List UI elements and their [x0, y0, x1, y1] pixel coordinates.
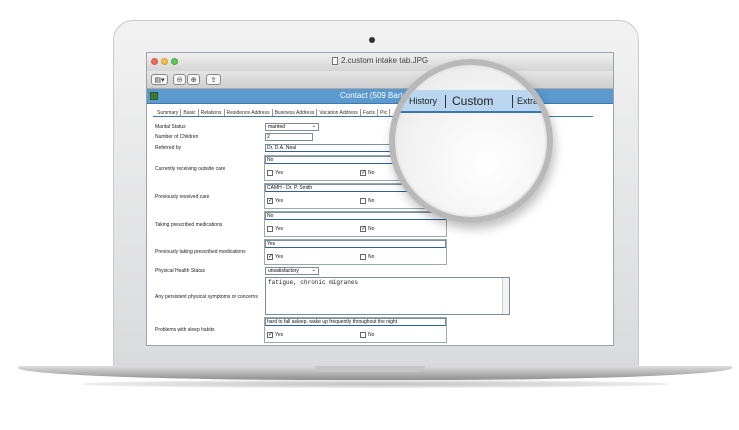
prev-care-no[interactable]: No: [360, 198, 374, 204]
sleep-label: Problems with sleep habits: [155, 327, 215, 333]
symptoms-textarea[interactable]: fatigue, chronic migranes: [265, 277, 510, 315]
document-icon: [332, 56, 338, 65]
checkbox-checked[interactable]: ✓: [360, 170, 366, 176]
yes-label: Yes: [275, 332, 284, 338]
filemaker-icon: [150, 92, 158, 100]
camera-icon: [369, 37, 375, 43]
checkbox[interactable]: [360, 332, 366, 338]
chevron-down-icon: ⌄: [311, 267, 316, 273]
yes-label: Yes: [275, 254, 284, 260]
sidebar-icon: ▤▾: [154, 77, 165, 84]
no-label: No: [368, 170, 375, 176]
textarea-scrollbar[interactable]: [502, 278, 509, 314]
marital-status-value: married: [268, 124, 285, 130]
symptoms-value: fatigue, chronic migranes: [268, 279, 359, 286]
health-dropdown[interactable]: unsatisfactory ⌄: [265, 267, 319, 275]
no-label: No: [368, 226, 375, 232]
taking-meds-label: Taking prescribed medications: [155, 222, 223, 228]
zoom-out-icon: ⊖: [176, 77, 183, 84]
sidebar-toggle-button[interactable]: ▤▾: [151, 74, 168, 85]
outside-care-no[interactable]: ✓ No: [360, 170, 374, 176]
prev-care-yes[interactable]: ✓ Yes: [267, 198, 283, 204]
prev-meds-no[interactable]: No: [360, 254, 374, 260]
children-field[interactable]: 2: [265, 133, 313, 141]
checkbox[interactable]: [360, 198, 366, 204]
zoom-in-button[interactable]: ⊕: [187, 74, 200, 85]
zoom-in-icon: ⊕: [190, 77, 197, 84]
sleep-no[interactable]: No: [360, 332, 374, 338]
chevron-down-icon: ⌄: [311, 123, 316, 129]
outside-care-yes[interactable]: Yes: [267, 170, 283, 176]
magnified-tab-bar: History Custom Extra: [395, 90, 547, 111]
yes-label: Yes: [275, 170, 284, 176]
close-window-button[interactable]: [151, 58, 158, 65]
checkbox-checked[interactable]: ✓: [267, 198, 273, 204]
minimize-window-button[interactable]: [161, 58, 168, 65]
taking-meds-no[interactable]: ✓ No: [360, 226, 374, 232]
magnifier-lens: History Custom Extra: [389, 59, 553, 223]
prev-care-label: Previously received care: [155, 194, 210, 200]
checkbox[interactable]: [267, 226, 273, 232]
checkbox[interactable]: [267, 170, 273, 176]
outside-care-label: Currently receiving outside care: [155, 166, 226, 172]
checkbox-checked[interactable]: ✓: [267, 254, 273, 260]
yes-label: Yes: [275, 198, 284, 204]
health-value: unsatisfactory: [268, 268, 299, 274]
tab-extra[interactable]: Extra: [517, 96, 538, 106]
checkbox-checked[interactable]: ✓: [267, 332, 273, 338]
symptoms-label: Any persistent physical symptoms or conc…: [155, 294, 258, 300]
tab-custom[interactable]: Custom: [452, 94, 493, 108]
zoom-window-button[interactable]: [171, 58, 178, 65]
preview-toolbar: ▤▾ ⊖ ⊕ ⇪: [147, 71, 613, 89]
laptop-notch: [315, 366, 425, 372]
window-title: 2.custom intake tab.JPG: [341, 56, 429, 65]
prev-meds-field[interactable]: Yes: [265, 240, 446, 248]
marital-status-dropdown[interactable]: married ⌄: [265, 123, 319, 131]
tab-separator: [445, 95, 446, 108]
laptop-shadow: [80, 380, 670, 388]
window-titlebar: 2.custom intake tab.JPG: [147, 53, 613, 72]
yes-label: Yes: [275, 226, 284, 232]
no-label: No: [368, 254, 375, 260]
sleep-yes[interactable]: ✓ Yes: [267, 332, 283, 338]
tab-separator: [512, 95, 513, 108]
magnified-tab-underline: [395, 111, 547, 113]
taking-meds-yes[interactable]: Yes: [267, 226, 283, 232]
sleep-field[interactable]: hard to fall asleep, wake up frequently …: [265, 318, 446, 326]
taking-meds-field[interactable]: No: [265, 212, 446, 220]
no-label: No: [368, 332, 375, 338]
share-icon: ⇪: [210, 77, 217, 84]
tab-history[interactable]: History: [409, 96, 437, 106]
marital-status-label: Marital Status: [155, 124, 186, 130]
prev-meds-yes[interactable]: ✓ Yes: [267, 254, 283, 260]
share-button[interactable]: ⇪: [206, 74, 221, 85]
prev-meds-label: Previously taking prescribed medications: [155, 249, 246, 255]
referred-label: Referred by: [155, 145, 182, 151]
checkbox-checked[interactable]: ✓: [360, 226, 366, 232]
checkbox[interactable]: [360, 254, 366, 260]
children-label: Number of Children: [155, 134, 199, 140]
no-label: No: [368, 198, 375, 204]
health-label: Physical Health Status: [155, 268, 206, 274]
zoom-out-button[interactable]: ⊖: [173, 74, 186, 85]
